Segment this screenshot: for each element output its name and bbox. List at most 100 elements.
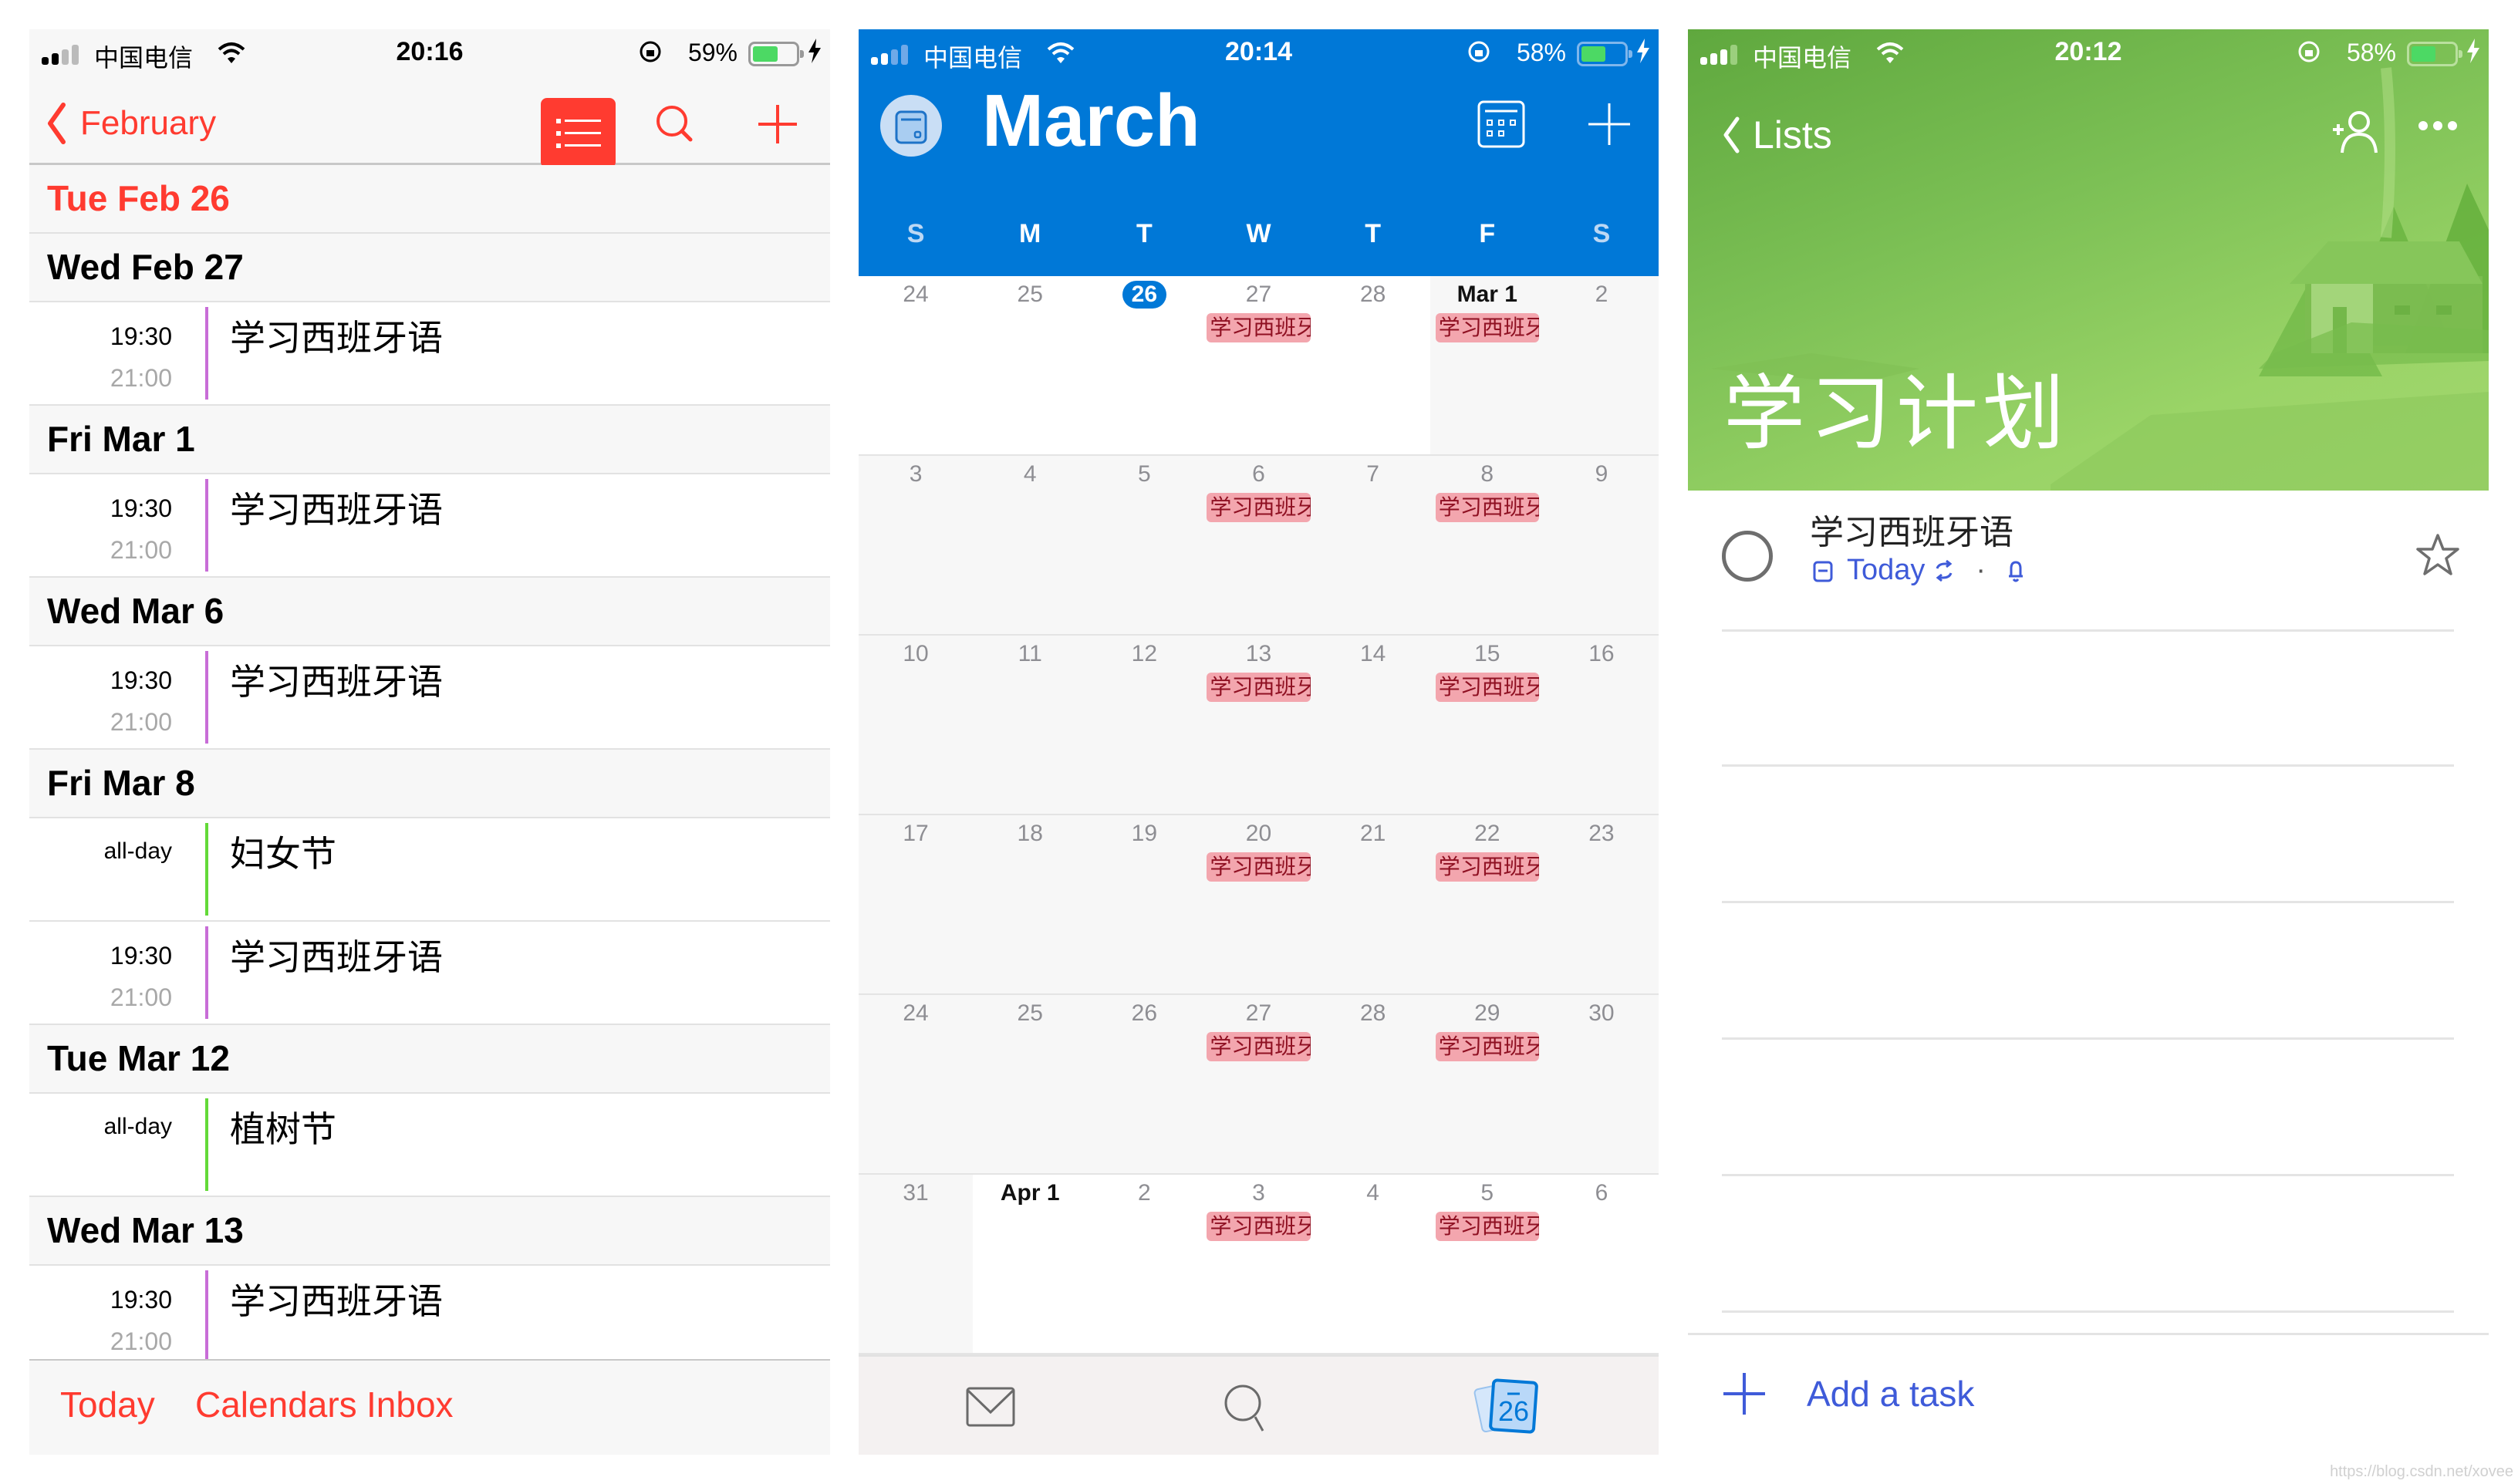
event-chip[interactable]: 学习西班牙语 [1207, 1032, 1311, 1061]
day-cell[interactable]: 14 [1315, 636, 1430, 814]
task-item[interactable]: 学习西班牙语 Today · [1688, 491, 2489, 628]
day-cell[interactable]: 10 [859, 636, 974, 814]
tab-bar: 26 [859, 1354, 1659, 1455]
day-cell[interactable]: 29 学习西班牙语 [1429, 995, 1544, 1173]
day-cell[interactable]: 11 [973, 636, 1088, 814]
mail-icon[interactable] [965, 1386, 1016, 1429]
day-cell[interactable]: 7 [1315, 456, 1430, 634]
event-row[interactable]: all-day 妇女节 [29, 818, 830, 922]
event-chip[interactable]: 学习西班牙语 [1435, 1212, 1539, 1241]
more-options-icon[interactable] [2417, 118, 2459, 133]
day-cell[interactable]: 25 [973, 276, 1088, 454]
day-cell[interactable]: 24 [859, 276, 974, 454]
star-icon[interactable] [2413, 531, 2462, 580]
search-icon[interactable] [648, 97, 702, 151]
day-cell[interactable]: 22 学习西班牙语 [1429, 815, 1544, 993]
event-chip[interactable]: 学习西班牙语 [1207, 1212, 1311, 1241]
battery-percent: 58% [1516, 39, 1566, 66]
day-cell[interactable]: 4 [1315, 1175, 1430, 1353]
meta-separator: · [1976, 554, 1986, 586]
day-cell[interactable]: 24 [859, 995, 974, 1173]
event-chip[interactable]: 学习西班牙语 [1207, 673, 1311, 702]
calendar-color-bar [205, 1098, 208, 1191]
share-list-icon[interactable] [2330, 106, 2381, 157]
day-cell[interactable]: 25 [973, 995, 1088, 1173]
tab-calendars[interactable]: Calendars [195, 1384, 357, 1425]
day-cell[interactable]: 3 学习西班牙语 [1201, 1175, 1316, 1353]
day-cell[interactable]: 20 学习西班牙语 [1201, 815, 1316, 993]
day-cell[interactable]: 17 [859, 815, 974, 993]
event-row[interactable]: 19:30 21:00 学习西班牙语 [29, 302, 830, 406]
day-cell[interactable]: 12 [1087, 636, 1202, 814]
event-chip[interactable]: 学习西班牙语 [1435, 1032, 1539, 1061]
day-cell[interactable]: 26 [1087, 995, 1202, 1173]
day-cell[interactable]: 8 学习西班牙语 [1429, 456, 1544, 634]
back-to-lists-button[interactable]: Lists [1722, 113, 1832, 157]
day-cell[interactable]: 27 学习西班牙语 [1201, 995, 1316, 1173]
day-cell[interactable]: 21 [1315, 815, 1430, 993]
date-number: 29 [1474, 1000, 1500, 1026]
day-cell[interactable]: 30 [1544, 995, 1659, 1173]
event-chip[interactable]: 学习西班牙语 [1435, 673, 1539, 702]
day-cell[interactable]: 19 [1087, 815, 1202, 993]
ios-calendar-screen: 中国电信 20:16 59% February Tue Feb 26 Wed Fe… [29, 29, 830, 1455]
day-cell[interactable]: 6 [1544, 1175, 1659, 1353]
back-button[interactable]: February [46, 100, 216, 147]
day-cell[interactable]: 18 [973, 815, 1088, 993]
event-chip[interactable]: 学习西班牙语 [1207, 493, 1311, 522]
day-cell[interactable]: 31 [859, 1175, 974, 1353]
day-cell[interactable]: 9 [1544, 456, 1659, 634]
day-cell[interactable]: 5 [1087, 456, 1202, 634]
row-divider [1722, 1174, 2454, 1176]
battery-level [2412, 46, 2435, 62]
day-cell[interactable]: 6 学习西班牙语 [1201, 456, 1316, 634]
add-event-icon[interactable] [1584, 99, 1635, 150]
day-cell[interactable]: 13 学习西班牙语 [1201, 636, 1316, 814]
day-cell[interactable]: 3 [859, 456, 974, 634]
event-chip[interactable]: 学习西班牙语 [1207, 313, 1311, 342]
event-end-time: 21:00 [110, 708, 172, 736]
row-divider [1722, 901, 2454, 903]
week-row: 10 11 12 13 学习西班牙语 14 15 学习西班牙语 16 [859, 636, 1659, 815]
day-cell[interactable]: 23 [1544, 815, 1659, 993]
day-cell[interactable]: 28 [1315, 995, 1430, 1173]
date-number: 28 [1359, 1000, 1386, 1026]
event-chip[interactable]: 学习西班牙语 [1435, 852, 1539, 882]
day-cell[interactable]: 26 [1087, 276, 1202, 454]
event-row[interactable]: 19:30 21:00 学习西班牙语 [29, 474, 830, 578]
chevron-left-icon [48, 103, 66, 144]
account-avatar[interactable] [880, 95, 942, 157]
add-icon[interactable] [751, 97, 805, 151]
day-cell[interactable]: 16 [1544, 636, 1659, 814]
weekday-label: W [1246, 219, 1271, 248]
day-cell[interactable]: 27 学习西班牙语 [1201, 276, 1316, 454]
day-cell[interactable]: Mar 1 学习西班牙语 [1429, 276, 1544, 454]
calendar-tab[interactable]: 26 [1472, 1377, 1541, 1435]
date-number: 12 [1131, 641, 1158, 666]
date-number: 16 [1588, 641, 1615, 666]
day-cell[interactable]: Apr 1 [973, 1175, 1088, 1353]
day-cell[interactable]: 15 学习西班牙语 [1429, 636, 1544, 814]
calendar-view-icon[interactable] [1476, 99, 1527, 150]
day-cell[interactable]: 4 [973, 456, 1088, 634]
event-row[interactable]: all-day 植树节 [29, 1094, 830, 1197]
tab-inbox[interactable]: Inbox [366, 1384, 454, 1425]
list-view-button[interactable] [541, 98, 616, 168]
event-chip[interactable]: 学习西班牙语 [1207, 852, 1311, 882]
tab-today[interactable]: Today [60, 1384, 155, 1425]
date-number: 19 [1131, 821, 1158, 846]
complete-task-checkbox[interactable] [1722, 531, 1773, 582]
event-row[interactable]: 19:30 21:00 学习西班牙语 [29, 646, 830, 750]
add-task-button[interactable]: Add a task [1722, 1371, 1974, 1416]
day-cell[interactable]: 2 [1087, 1175, 1202, 1353]
event-chip[interactable]: 学习西班牙语 [1435, 493, 1539, 522]
event-chip[interactable]: 学习西班牙语 [1435, 313, 1539, 342]
event-row[interactable]: 19:30 21:00 学习西班牙语 [29, 1266, 830, 1369]
outlook-calendar-screen: 中国电信 20:14 58% March SMTWTFS 24 25 26 27 学习西… [859, 29, 1659, 1455]
event-row[interactable]: 19:30 21:00 学习西班牙语 [29, 922, 830, 1025]
row-divider [1722, 629, 2454, 632]
day-cell[interactable]: 28 [1315, 276, 1430, 454]
search-icon[interactable] [1220, 1380, 1274, 1434]
day-cell[interactable]: 5 学习西班牙语 [1429, 1175, 1544, 1353]
day-cell[interactable]: 2 [1544, 276, 1659, 454]
